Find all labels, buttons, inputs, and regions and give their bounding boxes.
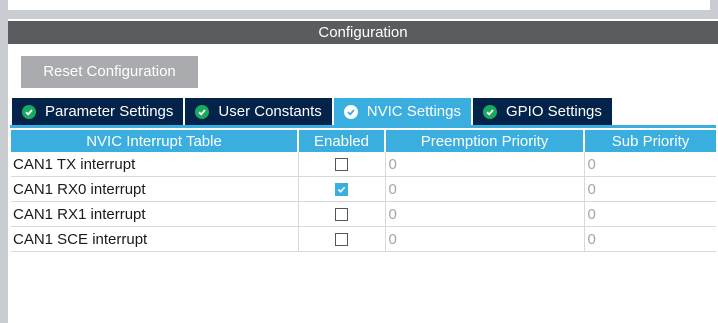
interrupt-name: CAN1 RX0 interrupt [11, 176, 299, 202]
check-circle-icon [343, 104, 358, 119]
column-header-sub-priority[interactable]: Sub Priority [584, 130, 716, 152]
enabled-cell [298, 152, 386, 177]
enabled-cell [298, 201, 386, 227]
table-row[interactable]: CAN1 SCE interrupt 0 0 [11, 226, 716, 252]
table-row[interactable]: CAN1 RX1 interrupt 0 0 [11, 201, 716, 227]
check-circle-icon [22, 104, 36, 119]
top-frame [0, 0, 718, 19]
sub-priority-cell[interactable]: 0 [584, 176, 716, 202]
preemption-priority-cell[interactable]: 0 [385, 176, 585, 202]
tab-underline [10, 125, 716, 128]
checkmark-icon [337, 186, 346, 193]
interrupt-name: CAN1 RX1 interrupt [11, 201, 299, 227]
tab-parameter-settings[interactable]: Parameter Settings [12, 98, 184, 125]
table-header-row: NVIC Interrupt Table Enabled Preemption … [11, 130, 716, 152]
nvic-interrupt-table: NVIC Interrupt Table Enabled Preemption … [11, 130, 716, 252]
tab-gpio-settings[interactable]: GPIO Settings [473, 98, 612, 125]
table-row[interactable]: CAN1 RX0 interrupt 0 0 [11, 176, 716, 202]
check-circle-icon [195, 104, 210, 119]
enabled-checkbox[interactable] [335, 233, 348, 247]
interrupt-name: CAN1 SCE interrupt [11, 226, 299, 252]
configuration-panel: Configuration Reset Configuration Parame… [0, 19, 718, 323]
tab-label: GPIO Settings [506, 103, 602, 120]
configuration-header: Configuration [8, 21, 718, 44]
sub-priority-cell[interactable]: 0 [584, 152, 716, 177]
enabled-checkbox[interactable] [335, 158, 348, 172]
reset-configuration-button[interactable]: Reset Configuration [21, 56, 198, 88]
enabled-checkbox[interactable] [335, 208, 348, 222]
check-circle-icon [483, 104, 497, 119]
preemption-priority-cell[interactable]: 0 [385, 201, 585, 227]
interrupt-name: CAN1 TX interrupt [11, 152, 299, 177]
tab-label: NVIC Settings [366, 103, 461, 120]
preemption-priority-cell[interactable]: 0 [385, 152, 585, 177]
column-header-enabled[interactable]: Enabled [298, 130, 386, 152]
tab-label: User Constants [218, 103, 322, 120]
configuration-panel-body: Configuration Reset Configuration Parame… [8, 19, 718, 323]
column-header-interrupt[interactable]: NVIC Interrupt Table [11, 130, 299, 152]
table-row[interactable]: CAN1 TX interrupt 0 0 [11, 152, 716, 177]
sub-priority-cell[interactable]: 0 [584, 226, 716, 252]
tab-nvic-settings[interactable]: NVIC Settings [333, 98, 471, 125]
enabled-cell [298, 226, 386, 252]
tab-label: Parameter Settings [45, 103, 174, 120]
sub-priority-cell[interactable]: 0 [584, 201, 716, 227]
tab-user-constants[interactable]: User Constants [185, 98, 332, 125]
enabled-checkbox[interactable] [335, 183, 348, 197]
enabled-cell [298, 176, 386, 202]
top-panel [8, 0, 710, 10]
preemption-priority-cell[interactable]: 0 [385, 226, 585, 252]
column-header-preemption-priority[interactable]: Preemption Priority [385, 130, 585, 152]
tab-bar: Parameter Settings User Constants NVIC S… [12, 98, 614, 125]
